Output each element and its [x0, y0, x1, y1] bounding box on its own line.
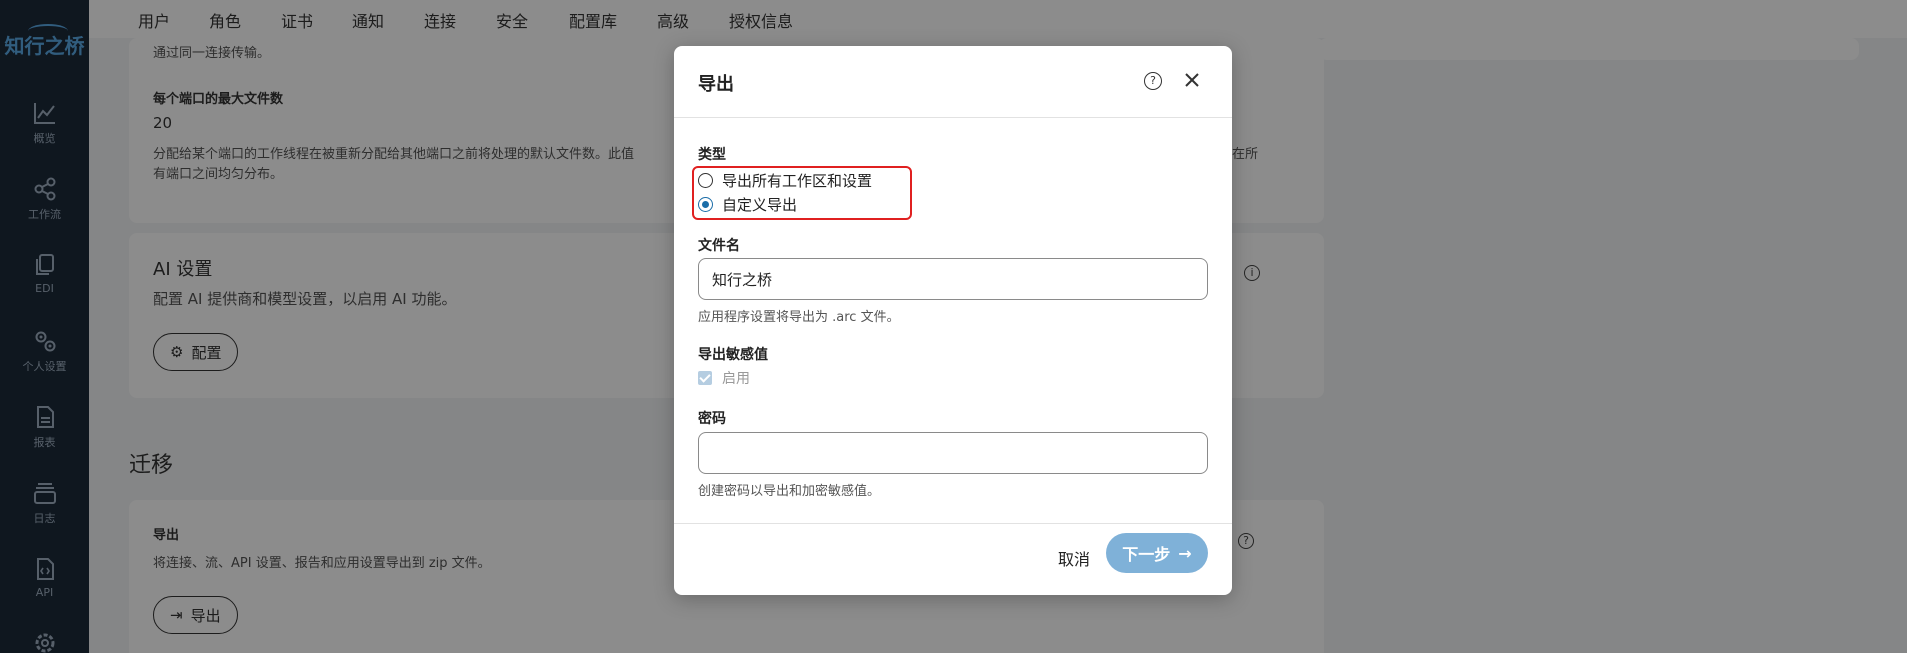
filename-help: 应用程序设置将导出为 .arc 文件。	[698, 310, 900, 325]
export-dialog: 导出 ? 类型 导出所有工作区和设置 自定义导出 文件名 知行之桥 应用程序设置…	[674, 46, 1232, 595]
type-label: 类型	[698, 147, 726, 163]
dialog-title: 导出	[698, 74, 734, 95]
sensitive-checkbox-row: 启用	[698, 368, 750, 388]
password-input[interactable]	[698, 432, 1208, 474]
enable-checkbox	[698, 371, 712, 385]
help-icon[interactable]: ?	[1144, 72, 1162, 90]
radio-circle-checked[interactable]	[698, 197, 713, 212]
footer-divider	[674, 523, 1232, 524]
header-divider	[674, 117, 1232, 118]
password-help: 创建密码以导出和加密敏感值。	[698, 484, 881, 499]
filename-input[interactable]: 知行之桥	[698, 258, 1208, 300]
sensitive-label: 导出敏感值	[698, 347, 768, 363]
next-button[interactable]: 下一步 →	[1106, 533, 1208, 573]
arrow-right-icon: →	[1178, 543, 1192, 563]
password-label: 密码	[698, 411, 726, 427]
close-icon[interactable]	[1180, 68, 1204, 92]
radio-circle[interactable]	[698, 173, 713, 188]
radio-export-all[interactable]: 导出所有工作区和设置	[698, 170, 872, 191]
cancel-button[interactable]: 取消	[1058, 546, 1090, 570]
radio-custom-export[interactable]: 自定义导出	[698, 194, 797, 215]
filename-label: 文件名	[698, 238, 740, 254]
